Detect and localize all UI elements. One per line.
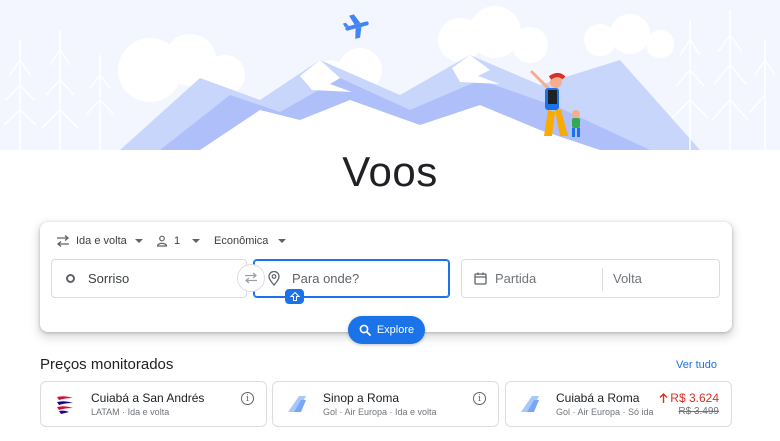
location-pin-icon [268, 271, 280, 286]
date-divider [602, 268, 603, 291]
swap-origin-destination-button[interactable] [237, 264, 265, 292]
explore-button[interactable]: Explore [348, 316, 425, 344]
trip-type-dropdown[interactable]: Ida e volta [56, 232, 143, 250]
swap-arrows-icon [56, 235, 70, 247]
origin-input[interactable]: Sorriso [51, 259, 247, 298]
tracked-flight-card[interactable]: Sinop a Roma Gol · Air Europa · Ida e vo… [272, 381, 499, 427]
chevron-down-icon [134, 239, 143, 243]
departure-placeholder: Partida [495, 271, 537, 286]
swap-arrows-icon [245, 272, 257, 284]
arrow-up-icon [659, 393, 668, 403]
cabin-class-label: Econômica [214, 235, 269, 247]
tracked-flight-card[interactable]: Cuiabá a Roma Gol · Air Europa · Só ida … [505, 381, 732, 427]
previous-price: R$ 3.499 [678, 406, 719, 417]
trip-type-label: Ida e volta [76, 235, 127, 247]
cabin-class-dropdown[interactable]: Econômica [214, 232, 287, 250]
destination-placeholder: Para onde? [292, 271, 360, 286]
info-icon[interactable]: i [241, 392, 254, 405]
latam-logo-icon [57, 396, 73, 414]
destination-input[interactable]: Para onde? [253, 259, 450, 298]
see-all-link[interactable]: Ver tudo [676, 359, 717, 371]
current-price: R$ 3.624 [659, 391, 719, 405]
route-name: Sinop a Roma [323, 391, 400, 405]
search-icon [359, 324, 371, 336]
route-name: Cuiabá a Roma [556, 391, 640, 405]
airline-tail-icon [521, 396, 539, 412]
upload-arrow-icon [289, 292, 300, 301]
tracked-flight-card[interactable]: Cuiabá a San Andrés LATAM · Ida e volta … [40, 381, 267, 427]
route-details: Gol · Air Europa · Ida e volta [323, 407, 437, 417]
tracked-prices-title: Preços monitorados [40, 356, 174, 373]
chevron-down-icon [278, 239, 287, 243]
current-price-value: R$ 3.624 [670, 391, 719, 405]
person-icon [156, 235, 168, 247]
passengers-count: 1 [174, 235, 181, 247]
passengers-dropdown[interactable]: 1 [156, 232, 201, 250]
explore-label: Explore [376, 324, 415, 336]
return-placeholder[interactable]: Volta [613, 271, 642, 286]
origin-value: Sorriso [88, 271, 130, 286]
route-details: Gol · Air Europa · Só ida [556, 407, 654, 417]
page-title: Voos [342, 148, 438, 195]
origin-circle-icon [66, 274, 75, 283]
route-name: Cuiabá a San Andrés [91, 391, 205, 405]
airline-tail-icon [288, 396, 306, 412]
route-details: LATAM · Ida e volta [91, 407, 170, 417]
keyboard-shortcut-badge[interactable] [285, 289, 304, 304]
hero-illustration [0, 0, 780, 150]
calendar-icon [474, 272, 487, 285]
chevron-down-icon [192, 239, 201, 243]
info-icon[interactable]: i [473, 392, 486, 405]
dates-input[interactable]: Partida Volta [461, 259, 720, 298]
